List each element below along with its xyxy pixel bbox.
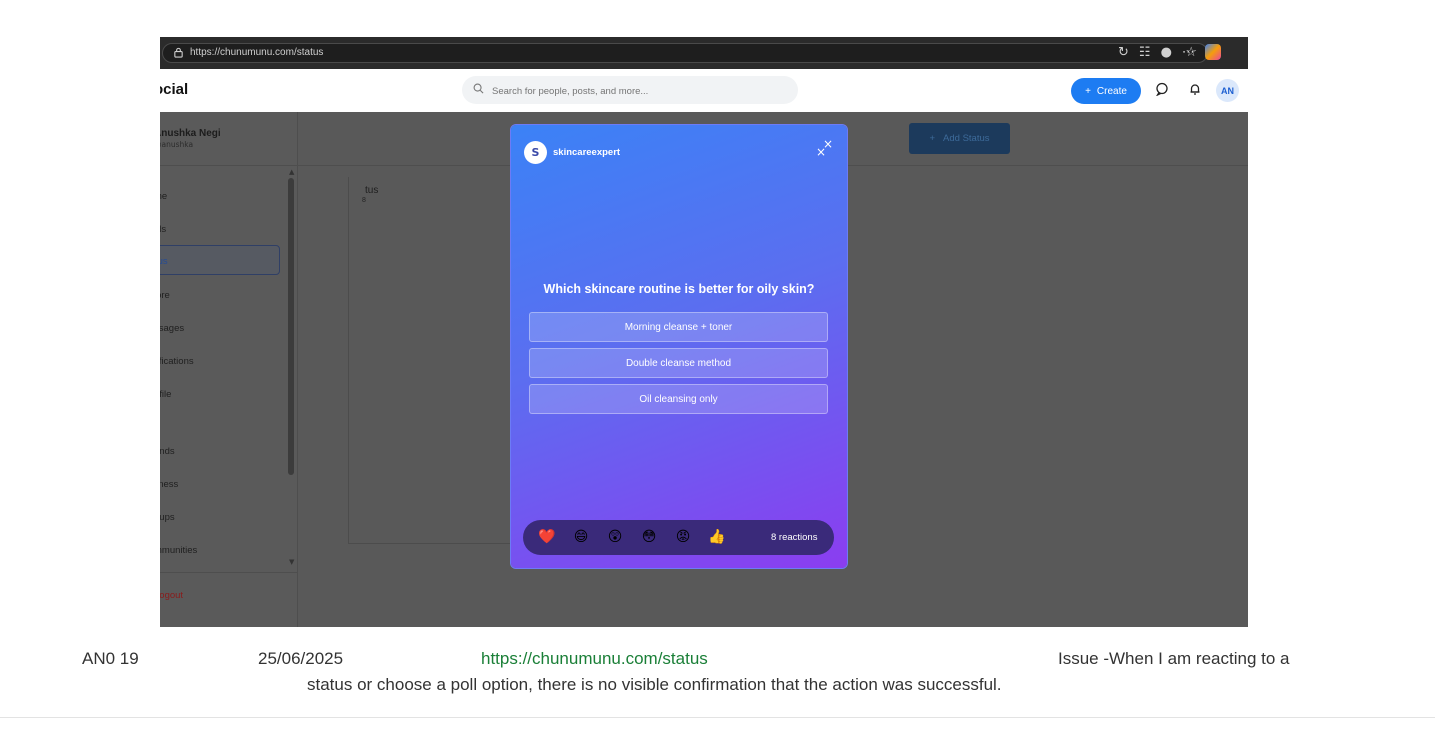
user-avatar[interactable]: AN xyxy=(1216,79,1239,102)
divider xyxy=(160,165,297,166)
issue-date: 25/06/2025 xyxy=(258,649,344,668)
address-bar[interactable]: https://chunumunu.com/status ☆ xyxy=(162,43,1208,63)
sidebar-item-explore[interactable]: lore xyxy=(160,290,170,301)
poster-username[interactable]: skincareexpert xyxy=(553,147,620,158)
sidebar-item-communities[interactable]: mmunities xyxy=(160,545,197,556)
extensions-icon[interactable]: ↻ xyxy=(1118,45,1129,60)
plus-icon: + xyxy=(1085,85,1091,97)
broken-image-icon: tus 8 xyxy=(349,185,379,204)
sidebar-item-status[interactable]: tus xyxy=(160,245,280,275)
add-status-label: Add Status xyxy=(943,133,990,144)
copilot-icon[interactable] xyxy=(1204,44,1221,60)
angry-face-icon[interactable]: 😡 xyxy=(674,528,692,546)
issue-id: AN0 19 xyxy=(82,649,139,668)
sidebar: Anushka Negi @anushka ▲ ▼ me els tus lor… xyxy=(160,112,298,627)
close-icon: × xyxy=(823,137,834,151)
sidebar-item-wellness[interactable]: llness xyxy=(160,479,178,490)
sidebar-scrollbar[interactable] xyxy=(288,178,294,475)
reaction-count[interactable]: 8 reactions xyxy=(771,532,817,543)
collections-icon[interactable]: ☷ xyxy=(1139,45,1151,60)
sidebar-item-groups[interactable]: oups xyxy=(160,512,175,523)
issue-text-line1: Issue -When I am reacting to a xyxy=(1058,649,1290,668)
create-button[interactable]: + Create xyxy=(1071,78,1141,104)
logout-button[interactable]: Logout xyxy=(160,590,183,601)
sidebar-item-messages[interactable]: ssages xyxy=(160,323,184,334)
address-url[interactable]: https://chunumunu.com/status xyxy=(190,47,323,58)
laughing-face-icon[interactable]: 😄 xyxy=(572,528,590,546)
user-name: Anushka Negi xyxy=(160,128,221,139)
sidebar-item-home[interactable]: me xyxy=(160,191,167,202)
thumbs-up-icon[interactable]: 👍 xyxy=(708,528,726,546)
screenshot: https://chunumunu.com/status ☆ ↻ ☷ ● ⋯ o… xyxy=(160,37,1248,627)
status-viewer-modal: S skincareexpert × × Which skincare rout… xyxy=(511,125,847,568)
status-thumbnail[interactable]: tus 8 xyxy=(348,177,519,544)
plus-icon: + xyxy=(929,133,936,144)
sidebar-item-friends[interactable]: ends xyxy=(160,446,175,457)
sidebar-user[interactable]: Anushka Negi @anushka xyxy=(160,128,221,149)
poster-avatar[interactable]: S xyxy=(524,141,547,164)
sidebar-item-notifications[interactable]: tifications xyxy=(160,356,194,367)
search-icon xyxy=(473,83,484,94)
search-input[interactable] xyxy=(490,80,784,102)
flushed-face-icon[interactable]: 😳 xyxy=(640,528,658,546)
scroll-up-arrow-icon[interactable]: ▲ xyxy=(289,168,294,176)
issue-url-link[interactable]: https://chunumunu.com/status xyxy=(481,649,708,669)
poll-option-2[interactable]: Double cleanse method xyxy=(529,348,828,378)
create-label: Create xyxy=(1096,85,1127,97)
brand-logo[interactable]: ocial xyxy=(160,81,188,98)
app-header: ocial + Create AN xyxy=(160,69,1248,112)
browser-toolbar: https://chunumunu.com/status ☆ ↻ ☷ ● ⋯ xyxy=(160,37,1248,69)
chat-icon[interactable] xyxy=(1155,82,1169,96)
search-bar[interactable] xyxy=(462,76,798,104)
user-handle: @anushka xyxy=(160,140,194,149)
scroll-down-arrow-icon[interactable]: ▼ xyxy=(289,558,294,566)
profile-icon[interactable]: ● xyxy=(1161,45,1172,60)
status-count-badge: 8 xyxy=(362,197,366,204)
sidebar-item-reels[interactable]: els xyxy=(160,224,166,235)
poll-question: Which skincare routine is better for oil… xyxy=(543,282,815,296)
more-menu-icon[interactable]: ⋯ xyxy=(1182,45,1195,60)
divider xyxy=(160,572,297,573)
close-button[interactable]: × × xyxy=(813,137,835,159)
issue-text-line2: status or choose a poll option, there is… xyxy=(307,675,1002,694)
status-alt-text: tus xyxy=(365,185,379,196)
bell-icon[interactable] xyxy=(1188,82,1202,96)
sidebar-item-profile[interactable]: ofile xyxy=(160,389,171,400)
poll-option-3[interactable]: Oil cleansing only xyxy=(529,384,828,414)
heart-icon[interactable]: ❤️ xyxy=(538,528,556,546)
reactions-bar: ❤️ 😄 😲 😳 😡 👍 8 reactions xyxy=(523,520,834,555)
sidebar-item-label: tus xyxy=(160,256,168,267)
site-info-icon[interactable] xyxy=(173,47,184,58)
surprised-face-icon[interactable]: 😲 xyxy=(606,528,624,546)
divider xyxy=(0,717,1435,718)
add-status-button[interactable]: + Add Status xyxy=(909,123,1010,154)
poll-option-1[interactable]: Morning cleanse + toner xyxy=(529,312,828,342)
